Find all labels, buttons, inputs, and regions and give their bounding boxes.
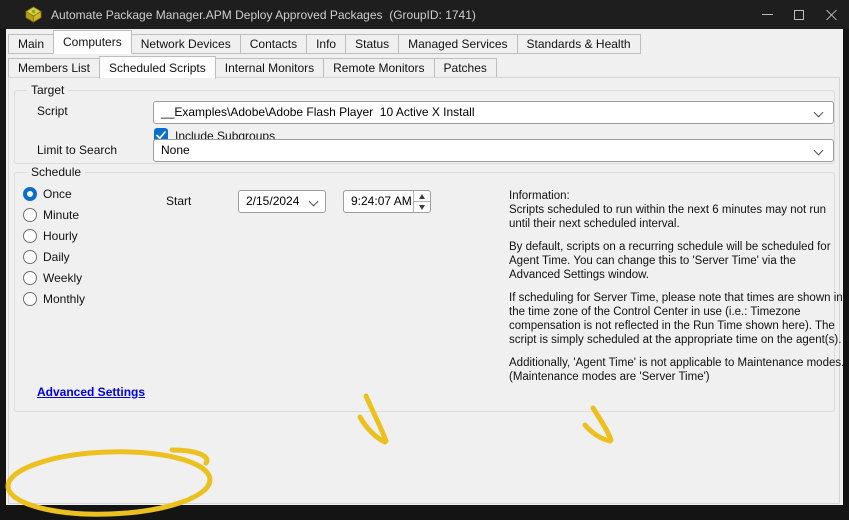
radio-minute-circle [23,208,37,222]
start-time-value: 9:24:07 AM [351,194,412,208]
target-groupbox: Target Script __Examples\Adobe\Adobe Fla… [14,90,835,164]
tab-scheduled-scripts[interactable]: Scheduled Scripts [99,56,216,79]
advanced-settings-link[interactable]: Advanced Settings [37,385,145,399]
chevron-down-icon [814,108,824,118]
titlebar: Automate Package Manager.APM Deploy Appr… [0,0,849,29]
tab-patches[interactable]: Patches [434,58,497,78]
arrow-down-icon [419,205,425,210]
minimize-button[interactable] [751,0,783,29]
app-icon [25,6,42,23]
limit-to-search-label: Limit to Search [37,143,117,157]
schedule-info-text: Information: Scripts scheduled to run wi… [509,189,847,393]
secondary-tabs: Members List Scheduled Scripts Internal … [8,55,496,78]
schedule-legend: Schedule [27,165,85,179]
radio-once-circle [23,187,37,201]
radio-hourly-circle [23,229,37,243]
tab-computers[interactable]: Computers [53,30,132,54]
tab-network-devices[interactable]: Network Devices [131,34,241,54]
script-label: Script [37,104,68,118]
radio-minute[interactable]: Minute [23,208,79,222]
script-dropdown[interactable]: __Examples\Adobe\Adobe Flash Player 10 A… [153,101,834,124]
tab-standards-health[interactable]: Standards & Health [517,34,641,54]
tab-remote-monitors[interactable]: Remote Monitors [323,58,434,78]
close-icon [826,9,837,20]
primary-tabs: Main Computers Network Devices Contacts … [8,30,640,54]
start-time-spinner[interactable]: 9:24:07 AM [343,190,431,213]
start-label: Start [166,194,191,208]
maximize-icon [794,10,804,20]
time-spinner-buttons [413,191,430,212]
radio-daily-circle [23,250,37,264]
window-controls [751,0,847,29]
tab-members-list[interactable]: Members List [8,58,100,78]
tab-internal-monitors[interactable]: Internal Monitors [215,58,324,78]
radio-hourly[interactable]: Hourly [23,229,78,243]
script-dropdown-value: __Examples\Adobe\Adobe Flash Player 10 A… [161,105,475,119]
radio-monthly-circle [23,292,37,306]
limit-to-search-value: None [161,143,190,157]
schedule-groupbox: Schedule Once Minute Hourly Daily Weekly [14,172,835,412]
maximize-button[interactable] [783,0,815,29]
tab-contacts[interactable]: Contacts [240,34,307,54]
minimize-icon [762,14,773,15]
tab-main[interactable]: Main [8,34,54,54]
tab-managed-services[interactable]: Managed Services [398,34,517,54]
screenshot-root: Automate Package Manager.APM Deploy Appr… [0,0,849,520]
radio-once[interactable]: Once [23,187,72,201]
close-button[interactable] [815,0,847,29]
tab-info[interactable]: Info [306,34,346,54]
radio-weekly[interactable]: Weekly [23,271,82,285]
app-window: Main Computers Network Devices Contacts … [6,29,843,505]
tab-status[interactable]: Status [345,34,399,54]
limit-to-search-dropdown[interactable]: None [153,139,834,162]
radio-monthly[interactable]: Monthly [23,292,85,306]
start-date-value: 2/15/2024 [246,194,299,208]
window-title: Automate Package Manager.APM Deploy Appr… [51,8,476,22]
target-legend: Target [27,83,68,97]
start-date-picker[interactable]: 2/15/2024 [238,190,326,213]
chevron-down-icon [814,146,824,156]
spin-up-button[interactable] [414,191,430,201]
radio-weekly-circle [23,271,37,285]
radio-daily[interactable]: Daily [23,250,70,264]
chevron-down-icon [309,197,319,207]
arrow-up-icon [419,194,425,199]
spin-down-button[interactable] [414,201,430,212]
